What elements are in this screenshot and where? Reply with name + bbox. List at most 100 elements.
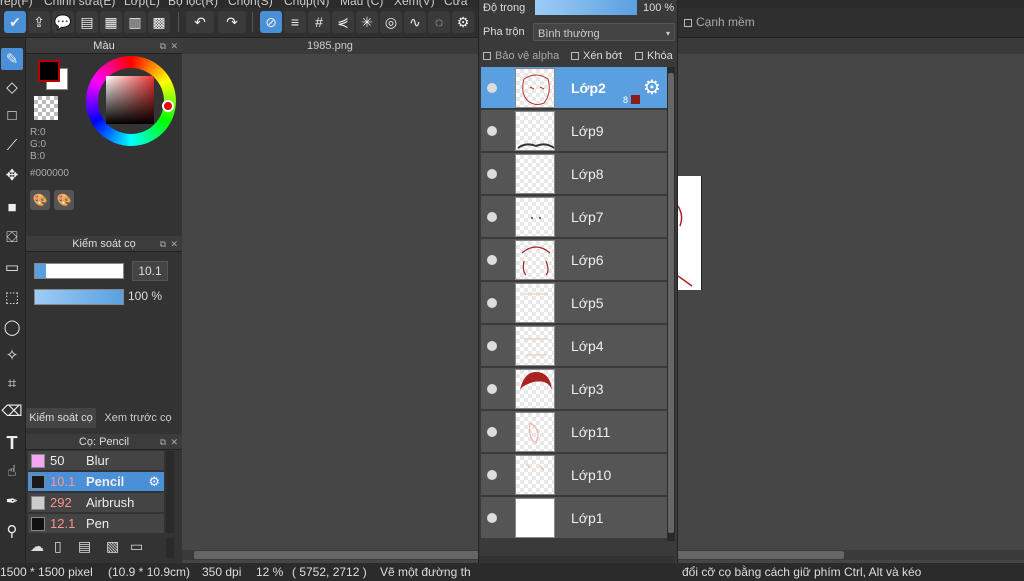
eyedropper-tool-icon[interactable]: ⚲ <box>1 520 23 542</box>
text-tool-icon[interactable]: T <box>1 432 23 454</box>
layer-visibility-icon[interactable] <box>487 298 497 308</box>
gradient-tool-icon[interactable]: ▭ <box>1 256 23 278</box>
hand-tool-icon[interactable]: ☝ <box>1 460 23 482</box>
brush-size-value[interactable]: 10.1 <box>132 261 168 281</box>
menu-edit[interactable]: Chinh sửa(E) <box>44 0 115 8</box>
pen-tool-icon[interactable]: ✒ <box>1 490 23 512</box>
brush-folder-icon[interactable]: ▭ <box>130 538 143 555</box>
layer-row[interactable]: Lớp5 <box>481 282 667 324</box>
brush-panel-scrollbar[interactable] <box>166 538 174 558</box>
layer-list-scrollbar[interactable] <box>667 67 675 541</box>
layer-opacity-slider[interactable] <box>535 0 637 15</box>
menu-filter[interactable]: Bộ lọc(R) <box>168 0 218 8</box>
canvas-document[interactable] <box>678 176 702 290</box>
undo-icon[interactable]: ↶ <box>186 11 214 33</box>
share-icon[interactable]: ⇪ <box>28 11 50 33</box>
layer-row[interactable]: Lớp10 <box>481 454 667 496</box>
layer-row[interactable]: Lớp3 <box>481 368 667 410</box>
grid-icon[interactable]: ▩ <box>148 11 170 33</box>
magic-wand-tool-icon[interactable]: ✧ <box>1 344 23 366</box>
redo-icon[interactable]: ↷ <box>218 11 246 33</box>
brush-size-slider[interactable] <box>34 263 124 279</box>
chat-icon[interactable]: 💬 <box>52 11 74 33</box>
layer-visibility-icon[interactable] <box>487 384 497 394</box>
brush-save-icon[interactable]: ▧ <box>106 538 119 555</box>
curve-snap-icon[interactable]: ∿ <box>404 11 426 33</box>
foreground-color-swatch[interactable] <box>38 60 60 82</box>
layer-row[interactable]: Lớp7 <box>481 196 667 238</box>
parallel-snap-icon[interactable]: ≡ <box>284 11 306 33</box>
brush-item[interactable]: 10.1 Pencil ⚙ <box>28 472 164 492</box>
move-tool-icon[interactable]: ✥ <box>1 164 23 186</box>
menu-select[interactable]: Chọn(S) <box>228 0 273 8</box>
close-icon[interactable]: ✕ <box>170 236 178 252</box>
layer-visibility-icon[interactable] <box>487 126 497 136</box>
saturation-value-square[interactable] <box>106 76 154 124</box>
soft-edge-option[interactable]: Cạnh mềm <box>684 12 755 32</box>
document-icon[interactable]: ▦ <box>100 11 122 33</box>
bucket-tool-icon[interactable]: ⛋ <box>1 226 23 248</box>
clip-option[interactable]: Xén bớt <box>571 46 622 66</box>
layer-visibility-icon[interactable] <box>487 169 497 179</box>
ellipse-snap-icon[interactable]: ◌ <box>428 11 450 33</box>
float-icon[interactable]: ⧉ <box>160 38 166 54</box>
layer-row[interactable]: Lớp6 <box>481 239 667 281</box>
layer-row[interactable]: Lớp9 <box>481 110 667 152</box>
select-eraser-tool-icon[interactable]: ⌫ <box>1 400 23 422</box>
grid-snap-icon[interactable]: # <box>308 11 330 33</box>
perspective-snap-icon[interactable]: ⋞ <box>332 11 354 33</box>
fill-rect-tool-icon[interactable]: ■ <box>1 196 23 218</box>
menu-view[interactable]: Xem(V) <box>394 0 435 8</box>
brush-item[interactable]: 50 Blur <box>28 451 164 471</box>
protect-alpha-option[interactable]: Bảo vệ alpha <box>483 46 559 66</box>
blend-mode-select[interactable]: Bình thường ▾ <box>533 23 675 41</box>
layer-visibility-icon[interactable] <box>487 427 497 437</box>
layer-visibility-icon[interactable] <box>487 341 497 351</box>
palette-icon[interactable]: 🎨 <box>30 190 50 210</box>
layer-manage-icon[interactable]: ▥ <box>124 11 146 33</box>
close-icon[interactable]: ✕ <box>170 434 178 450</box>
menu-window[interactable]: Cửa <box>444 0 467 8</box>
menu-capture[interactable]: Chụp(N) <box>284 0 329 8</box>
float-icon[interactable]: ⧉ <box>160 236 166 252</box>
palette-settings-icon[interactable]: 🎨 <box>54 190 74 210</box>
menu-color[interactable]: Màu (C) <box>340 0 383 8</box>
layer-row[interactable]: Lớp2 8 ⚙ <box>481 67 667 109</box>
brush-list-scrollbar[interactable] <box>166 451 174 533</box>
select-pen-tool-icon[interactable]: ⌗ <box>1 372 23 394</box>
menu-layer[interactable]: Lớp(L) <box>124 0 160 8</box>
shape-tool-icon[interactable]: □ <box>1 104 23 126</box>
layer-visibility-icon[interactable] <box>487 255 497 265</box>
app-logo-icon[interactable]: ✔ <box>4 11 26 33</box>
snap-off-icon[interactable]: ⊘ <box>260 11 282 33</box>
circle-snap-icon[interactable]: ◎ <box>380 11 402 33</box>
brush-tool-icon[interactable]: ✎ <box>1 48 23 70</box>
new-brush-icon[interactable]: ▯ <box>54 538 62 555</box>
menu-file[interactable]: rep(F) <box>0 0 33 8</box>
brush-item[interactable]: 12.1 Pen <box>28 514 164 533</box>
layer-row[interactable]: Lớp1 <box>481 497 667 539</box>
layer-row[interactable]: Lớp8 <box>481 153 667 195</box>
settings-icon[interactable]: ⚙ <box>452 11 474 33</box>
layer-visibility-icon[interactable] <box>487 83 497 93</box>
message-icon[interactable]: ▤ <box>76 11 98 33</box>
float-icon[interactable]: ⧉ <box>160 434 166 450</box>
layer-row[interactable]: Lớp11 <box>481 411 667 453</box>
brush-menu-icon[interactable]: ▤ <box>78 538 91 555</box>
soft-edge-checkbox[interactable] <box>684 18 692 27</box>
lasso-tool-icon[interactable]: ◯ <box>1 316 23 338</box>
layer-settings-icon[interactable]: ⚙ <box>643 75 661 100</box>
rect-select-tool-icon[interactable]: ⬚ <box>1 286 23 308</box>
brush-opacity-slider[interactable] <box>34 289 124 305</box>
close-icon[interactable]: ✕ <box>170 38 178 54</box>
brush-cloud-icon[interactable]: ☁ <box>30 538 44 555</box>
tab-brush-preview[interactable]: Xem trước cọ <box>98 408 178 428</box>
layer-visibility-icon[interactable] <box>487 513 497 523</box>
hue-picker-handle[interactable] <box>162 100 174 112</box>
eraser-tool-icon[interactable]: ◇ <box>1 76 23 98</box>
tab-brush-control[interactable]: Kiểm soát cọ <box>26 408 96 428</box>
layer-visibility-icon[interactable] <box>487 470 497 480</box>
layer-visibility-icon[interactable] <box>487 212 497 222</box>
brush-item[interactable]: 292 Airbrush <box>28 493 164 513</box>
transparent-color-swatch[interactable] <box>34 96 58 120</box>
